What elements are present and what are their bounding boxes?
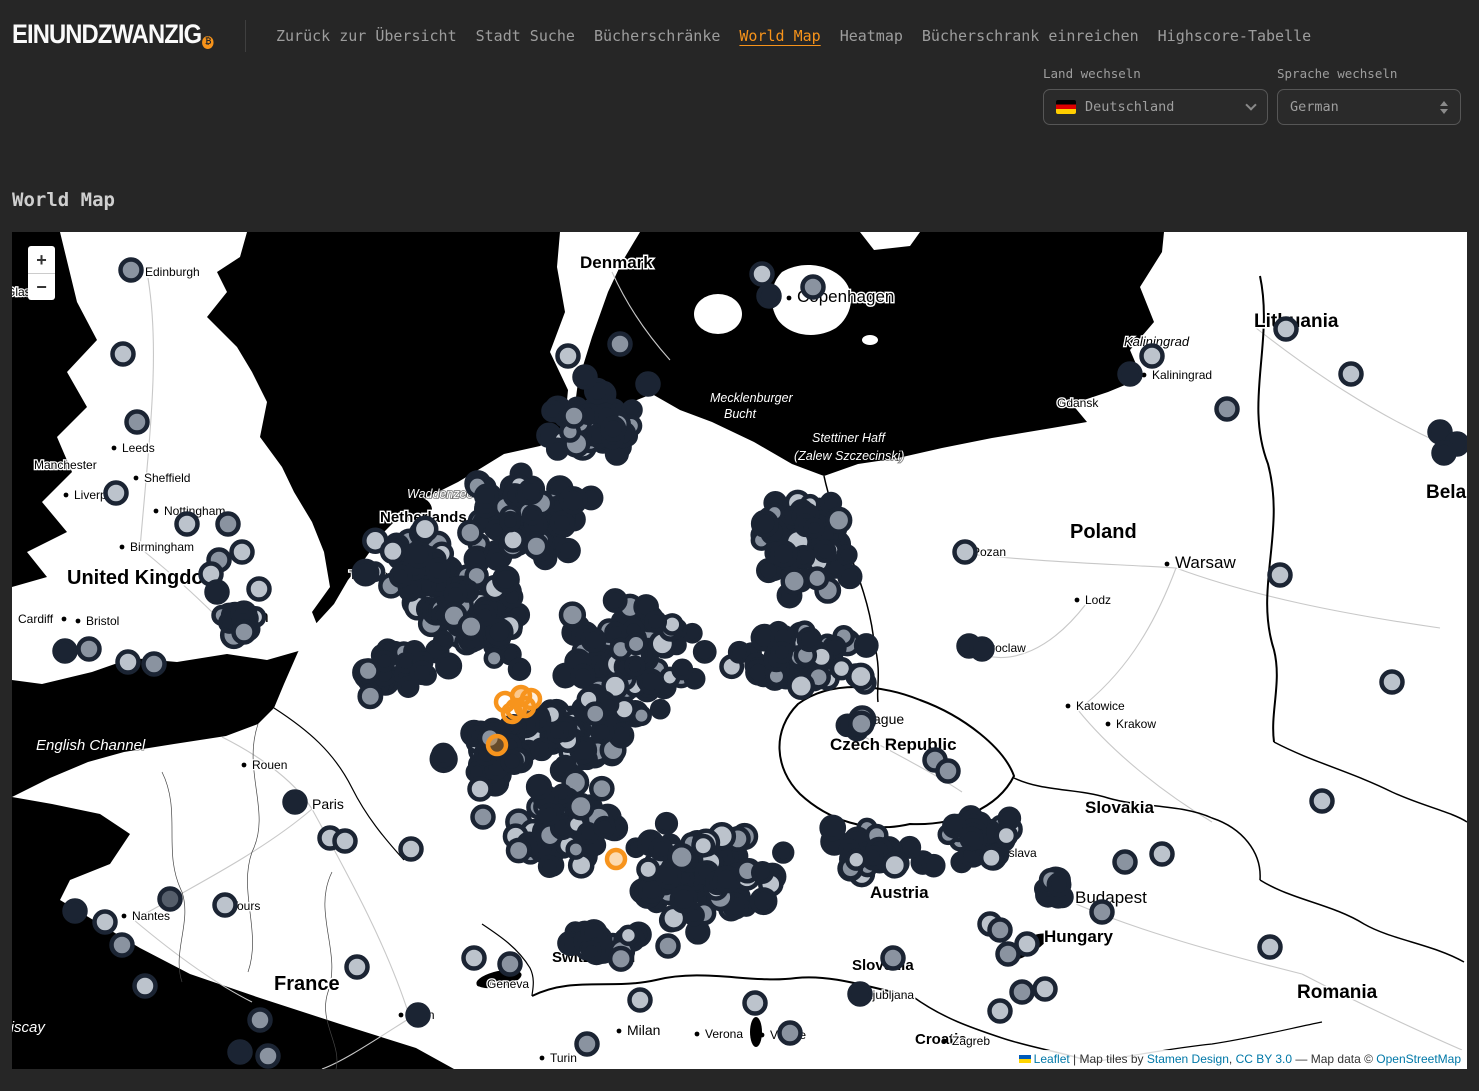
svg-text:Poland: Poland bbox=[1070, 521, 1137, 543]
svg-text:Warsaw: Warsaw bbox=[1175, 553, 1236, 572]
svg-text:Geneva: Geneva bbox=[487, 977, 529, 991]
svg-text:Nantes: Nantes bbox=[132, 909, 170, 923]
nav-highscore-tabelle[interactable]: Highscore-Tabelle bbox=[1158, 27, 1312, 45]
nav-zurueck-zur-uebersicht[interactable]: Zurück zur Übersicht bbox=[276, 27, 457, 45]
map-tiles: DenmarkCopenhagenUnited KingdomLithuania… bbox=[12, 232, 1467, 1069]
svg-text:Stettiner Haff: Stettiner Haff bbox=[812, 431, 886, 445]
nav-buecherschraenke[interactable]: Bücherschränke bbox=[594, 27, 720, 45]
svg-text:Bristol: Bristol bbox=[86, 614, 119, 628]
svg-text:Bucht: Bucht bbox=[724, 407, 756, 421]
svg-text:Krakow: Krakow bbox=[1116, 717, 1156, 731]
bitcoin-icon: ₿ bbox=[202, 36, 213, 49]
nav-world-map[interactable]: World Map bbox=[739, 27, 820, 45]
svg-text:Leeds: Leeds bbox=[122, 441, 155, 455]
svg-text:United Kingdom: United Kingdom bbox=[67, 567, 221, 589]
svg-text:Lodz: Lodz bbox=[1085, 593, 1111, 607]
language-select-label: Sprache wechseln bbox=[1277, 66, 1461, 81]
svg-text:Katowice: Katowice bbox=[1076, 699, 1125, 713]
country-select[interactable]: Deutschland bbox=[1043, 89, 1268, 125]
chevron-down-icon bbox=[1245, 99, 1256, 110]
leaflet-link[interactable]: Leaflet bbox=[1034, 1052, 1070, 1066]
svg-text:Austria: Austria bbox=[870, 883, 929, 902]
svg-text:Belarus: Belarus bbox=[1426, 482, 1467, 503]
svg-text:Sheffield: Sheffield bbox=[144, 471, 190, 485]
svg-text:Bay of Biscay: Bay of Biscay bbox=[12, 1019, 46, 1036]
svg-text:Rouen: Rouen bbox=[252, 758, 287, 772]
country-control: Land wechseln Deutschland bbox=[1043, 66, 1268, 125]
world-map-canvas[interactable]: DenmarkCopenhagenUnited KingdomLithuania… bbox=[12, 232, 1467, 1069]
ukraine-flag-icon bbox=[1019, 1055, 1031, 1063]
svg-text:Slovakia: Slovakia bbox=[1085, 798, 1155, 817]
logo-text: EINUNDZWANZIG bbox=[12, 19, 201, 49]
language-select-value: German bbox=[1290, 99, 1339, 115]
page-title: World Map bbox=[12, 189, 115, 211]
svg-text:Milan: Milan bbox=[627, 1022, 660, 1038]
select-arrows-icon bbox=[1440, 101, 1448, 114]
openstreetmap-link[interactable]: OpenStreetMap bbox=[1376, 1052, 1461, 1066]
nav-stadt-suche[interactable]: Stadt Suche bbox=[476, 27, 575, 45]
zoom-out-button[interactable]: − bbox=[28, 273, 55, 300]
attribution-text: | Map tiles by bbox=[1070, 1052, 1147, 1066]
nav-heatmap[interactable]: Heatmap bbox=[840, 27, 903, 45]
svg-text:Waddenzee: Waddenzee bbox=[407, 487, 474, 501]
zoom-control: + − bbox=[26, 244, 57, 302]
svg-text:Turin: Turin bbox=[550, 1051, 577, 1065]
svg-text:Gdansk: Gdansk bbox=[1057, 396, 1099, 410]
svg-text:Ljubljana: Ljubljana bbox=[866, 988, 914, 1002]
svg-text:Kaliningrad: Kaliningrad bbox=[1152, 368, 1212, 382]
svg-text:Zagreb: Zagreb bbox=[952, 1034, 990, 1048]
svg-text:(Zalew Szczecinski): (Zalew Szczecinski) bbox=[794, 449, 904, 463]
country-select-label: Land wechseln bbox=[1043, 66, 1268, 81]
svg-text:English Channel: English Channel bbox=[36, 737, 146, 754]
language-select[interactable]: German bbox=[1277, 89, 1461, 125]
svg-text:Edinburgh: Edinburgh bbox=[145, 265, 200, 279]
svg-text:Verona: Verona bbox=[705, 1027, 743, 1041]
svg-text:France: France bbox=[274, 973, 340, 995]
svg-text:Denmark: Denmark bbox=[580, 253, 653, 272]
svg-text:Romania: Romania bbox=[1297, 982, 1378, 1003]
svg-text:Birmingham: Birmingham bbox=[130, 540, 194, 554]
nav-buecherschrank-einreichen[interactable]: Bücherschrank einreichen bbox=[922, 27, 1139, 45]
zoom-in-button[interactable]: + bbox=[28, 246, 55, 273]
stamen-design-link[interactable]: Stamen Design bbox=[1147, 1052, 1229, 1066]
header-divider bbox=[245, 20, 246, 52]
country-select-value: Deutschland bbox=[1085, 99, 1174, 115]
logo[interactable]: EINUNDZWANZIG₿ bbox=[12, 19, 214, 50]
svg-text:Manchester: Manchester bbox=[34, 458, 97, 472]
cc-by-link[interactable]: CC BY 3.0 bbox=[1236, 1052, 1292, 1066]
language-control: Sprache wechseln German bbox=[1277, 66, 1461, 125]
main-nav: Zurück zur Übersicht Stadt Suche Büchers… bbox=[276, 27, 1311, 45]
svg-text:Paris: Paris bbox=[312, 796, 344, 812]
germany-flag-icon bbox=[1056, 100, 1076, 114]
svg-text:Hungary: Hungary bbox=[1044, 927, 1114, 946]
map-attribution: Leaflet | Map tiles by Stamen Design, CC… bbox=[1013, 1050, 1467, 1069]
svg-text:Cardiff: Cardiff bbox=[18, 612, 54, 626]
svg-text:Mecklenburger: Mecklenburger bbox=[710, 391, 794, 405]
